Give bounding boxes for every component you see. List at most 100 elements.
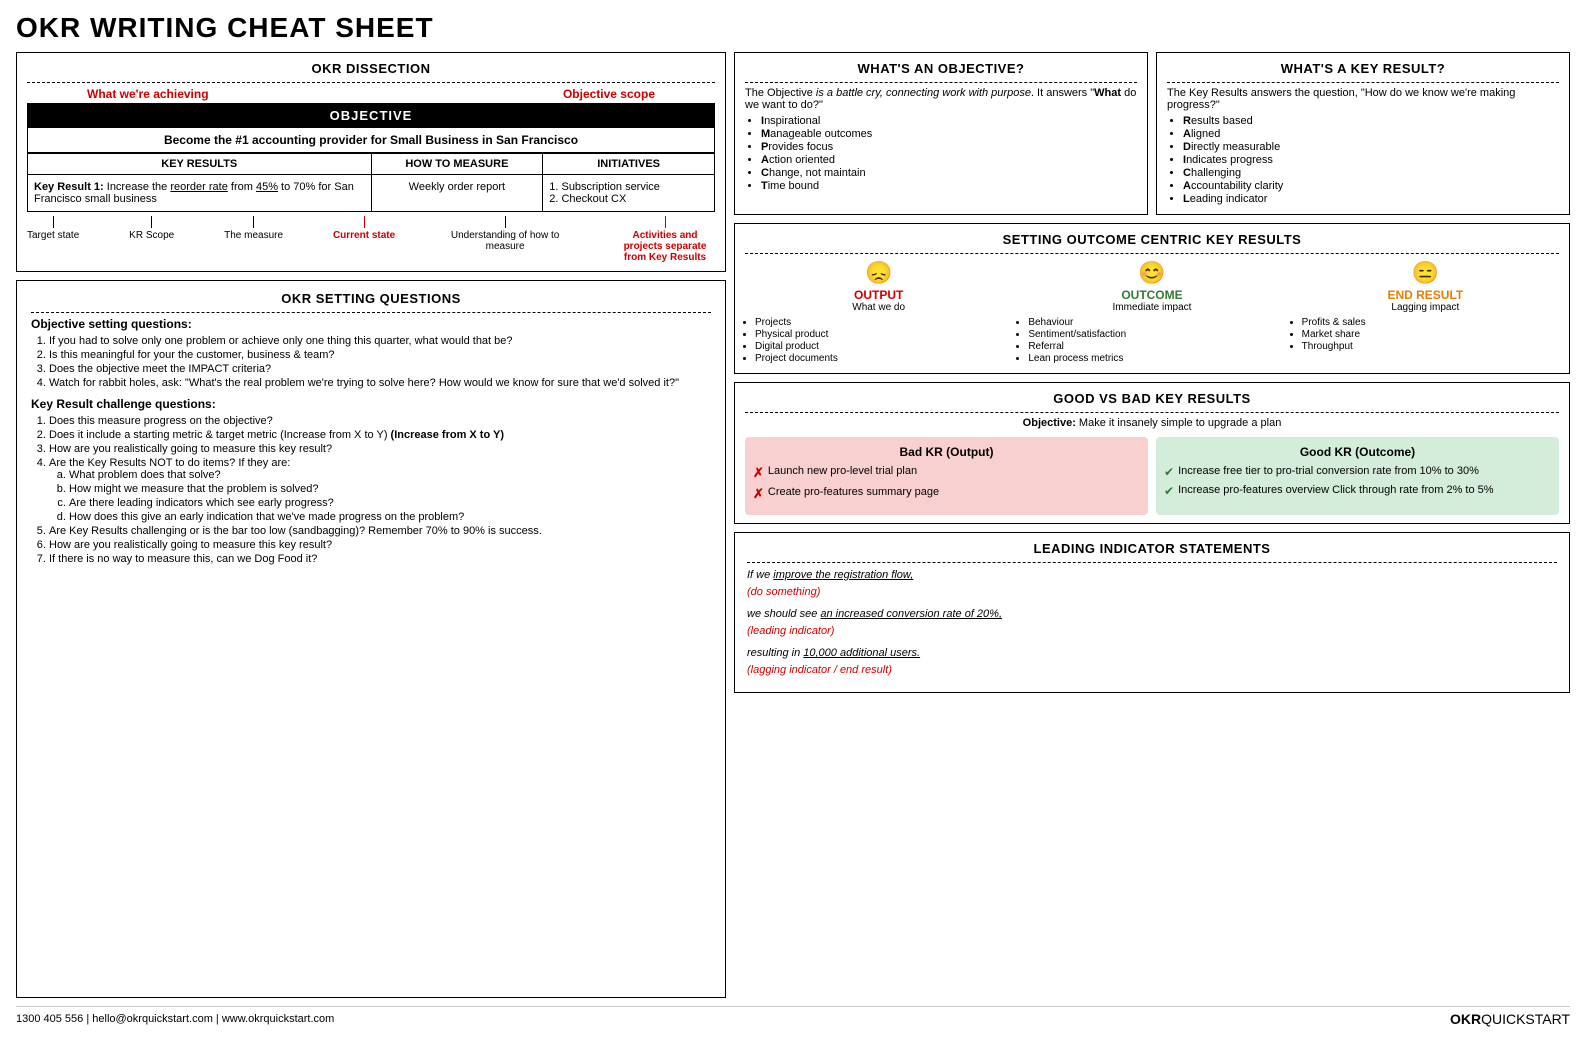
objective-bar: OBJECTIVE <box>27 103 715 128</box>
leading-line2: we should see an increased conversion ra… <box>747 606 1557 639</box>
bad-item-1: ✗ Launch new pro-level trial plan <box>753 465 1140 481</box>
kr-q3: How are you realistically going to measu… <box>49 443 711 455</box>
kr-q1: Does this measure progress on the object… <box>49 415 711 427</box>
obj-q3: Does the objective meet the IMPACT crite… <box>49 363 711 375</box>
initiatives-header: INITIATIVES <box>543 154 715 175</box>
obj-q4: Watch for rabbit holes, ask: "What's the… <box>49 377 711 389</box>
dissection-labels-row: What we're achieving Objective scope <box>27 87 715 101</box>
outcome-bullets: Behaviour Sentiment/satisfaction Referra… <box>1028 317 1285 364</box>
kr1-bold: Key Result 1: Increase the reorder rate … <box>34 181 354 205</box>
obj-b6: Time bound <box>761 180 1137 192</box>
objective-text: Become the #1 accounting provider for Sm… <box>27 128 715 153</box>
check-icon-1: ✔ <box>1164 465 1174 479</box>
whats-kr-bullets: Results based Aligned Directly measurabl… <box>1183 115 1559 205</box>
right-top-row: WHAT'S AN OBJECTIVE? The Objective is a … <box>734 52 1570 215</box>
whats-objective-bullets: Inspirational Manageable outcomes Provid… <box>761 115 1137 192</box>
end-result-label: END RESULT <box>1292 288 1559 302</box>
scope-label: Objective scope <box>563 87 655 101</box>
obj-b4: Action oriented <box>761 154 1137 166</box>
whats-kr-section: WHAT'S A KEY RESULT? The Key Results ans… <box>1156 52 1570 215</box>
questions-section: OKR SETTING QUESTIONS Objective setting … <box>16 280 726 998</box>
good-bad-title: GOOD VS BAD KEY RESULTS <box>745 391 1559 406</box>
oc-b1: Behaviour <box>1028 317 1285 328</box>
output-col: 😞 OUTPUT What we do Projects Physical pr… <box>745 260 1012 365</box>
output-icon: 😞 <box>745 260 1012 286</box>
outcome-col: 😊 OUTCOME Immediate impact Behaviour Sen… <box>1018 260 1285 365</box>
kr-q4a: What problem does that solve? <box>69 469 711 481</box>
ann-target: Target state <box>27 216 79 263</box>
right-column: WHAT'S AN OBJECTIVE? The Objective is a … <box>734 52 1570 998</box>
end-bullets: Profits & sales Market share Throughput <box>1302 317 1559 352</box>
logo-okr-text: OKR <box>1450 1011 1481 1027</box>
kr-q4c: Are there leading indicators which see e… <box>69 497 711 509</box>
kr1-measure: Weekly order report <box>371 175 543 212</box>
kr-b7: Leading indicator <box>1183 193 1559 205</box>
kr-comparison: Bad KR (Output) ✗ Launch new pro-level t… <box>745 437 1559 515</box>
bad-kr-title: Bad KR (Output) <box>753 445 1140 459</box>
kr-q2: Does it include a starting metric & targ… <box>49 429 711 441</box>
obj-q2: Is this meaningful for your the customer… <box>49 349 711 361</box>
ann-kr-scope: KR Scope <box>129 216 174 263</box>
whats-kr-intro: The Key Results answers the question, "H… <box>1167 87 1559 111</box>
outcome-label: OUTCOME <box>1018 288 1285 302</box>
ann-activities: Activities and projects separate from Ke… <box>615 216 715 263</box>
kr-q6: How are you realistically going to measu… <box>49 539 711 551</box>
obj-b1: Inspirational <box>761 115 1137 127</box>
ann-current: Current state <box>333 216 395 263</box>
whats-kr-title: WHAT'S A KEY RESULT? <box>1167 61 1559 76</box>
kr-subtitle: Key Result challenge questions: <box>31 397 711 411</box>
out-b4: Project documents <box>755 353 1012 364</box>
page: OKR WRITING CHEAT SHEET OKR DISSECTION W… <box>0 0 1586 1039</box>
initiative-1: 1. Subscription service <box>549 181 708 193</box>
kr1-text: Key Result 1: Increase the reorder rate … <box>28 175 372 212</box>
end-b1: Profits & sales <box>1302 317 1559 328</box>
footer: 1300 405 556 | hello@okrquickstart.com |… <box>16 1006 1570 1027</box>
kr-q5: Are Key Results challenging or is the ba… <box>49 525 711 537</box>
kr-b1: Results based <box>1183 115 1559 127</box>
good-item-2: ✔ Increase pro-features overview Click t… <box>1164 484 1551 498</box>
leading-line3: resulting in 10,000 additional users. (l… <box>747 645 1557 678</box>
good-bad-section: GOOD VS BAD KEY RESULTS Objective: Make … <box>734 382 1570 524</box>
outcome-grid: 😞 OUTPUT What we do Projects Physical pr… <box>745 260 1559 365</box>
table-row: Key Result 1: Increase the reorder rate … <box>28 175 715 212</box>
output-label: OUTPUT <box>745 288 1012 302</box>
dissection-section: OKR DISSECTION What we're achieving Obje… <box>16 52 726 272</box>
end-b3: Throughput <box>1302 341 1559 352</box>
kr-q4-sublist: What problem does that solve? How might … <box>69 469 711 523</box>
leading-line1: If we improve the registration flow, (do… <box>747 567 1557 600</box>
kr-q4d: How does this give an early indication t… <box>69 511 711 523</box>
obj-b5: Change, not maintain <box>761 167 1137 179</box>
end-b2: Market share <box>1302 329 1559 340</box>
output-bullets: Projects Physical product Digital produc… <box>755 317 1012 364</box>
whats-objective-intro: The Objective is a battle cry, connectin… <box>745 87 1137 111</box>
leading-title: LEADING INDICATOR STATEMENTS <box>747 541 1557 556</box>
obj-subtitle: Objective setting questions: <box>31 317 711 331</box>
kr-annotations: Target state KR Scope The measure Curren… <box>27 212 715 263</box>
kr-b2: Aligned <box>1183 128 1559 140</box>
obj-q1: If you had to solve only one problem or … <box>49 335 711 347</box>
kr1-initiatives: 1. Subscription service 2. Checkout CX <box>543 175 715 212</box>
good-item-1: ✔ Increase free tier to pro-trial conver… <box>1164 465 1551 479</box>
out-b2: Physical product <box>755 329 1012 340</box>
main-title: OKR WRITING CHEAT SHEET <box>16 12 1570 44</box>
obj-b2: Manageable outcomes <box>761 128 1137 140</box>
bad-item-2: ✗ Create pro-features summary page <box>753 486 1140 502</box>
outcome-sublabel: Immediate impact <box>1018 302 1285 313</box>
x-icon-2: ✗ <box>753 486 764 502</box>
kr-b4: Indicates progress <box>1183 154 1559 166</box>
x-icon-1: ✗ <box>753 465 764 481</box>
bad-kr-box: Bad KR (Output) ✗ Launch new pro-level t… <box>745 437 1148 515</box>
leading-section: LEADING INDICATOR STATEMENTS If we impro… <box>734 532 1570 693</box>
obj-b3: Provides focus <box>761 141 1137 153</box>
good-bad-objective: Objective: Make it insanely simple to up… <box>745 417 1559 429</box>
footer-contact: 1300 405 556 | hello@okrquickstart.com |… <box>16 1013 334 1025</box>
kr-b6: Accountability clarity <box>1183 180 1559 192</box>
whats-objective-section: WHAT'S AN OBJECTIVE? The Objective is a … <box>734 52 1148 215</box>
check-icon-2: ✔ <box>1164 484 1174 498</box>
outcome-title: SETTING OUTCOME CENTRIC KEY RESULTS <box>745 232 1559 247</box>
kr-q4: Are the Key Results NOT to do items? If … <box>49 457 711 523</box>
kr-b3: Directly measurable <box>1183 141 1559 153</box>
whats-objective-title: WHAT'S AN OBJECTIVE? <box>745 61 1137 76</box>
footer-logo: OKRQUICKSTART <box>1450 1011 1570 1027</box>
oc-b2: Sentiment/satisfaction <box>1028 329 1285 340</box>
